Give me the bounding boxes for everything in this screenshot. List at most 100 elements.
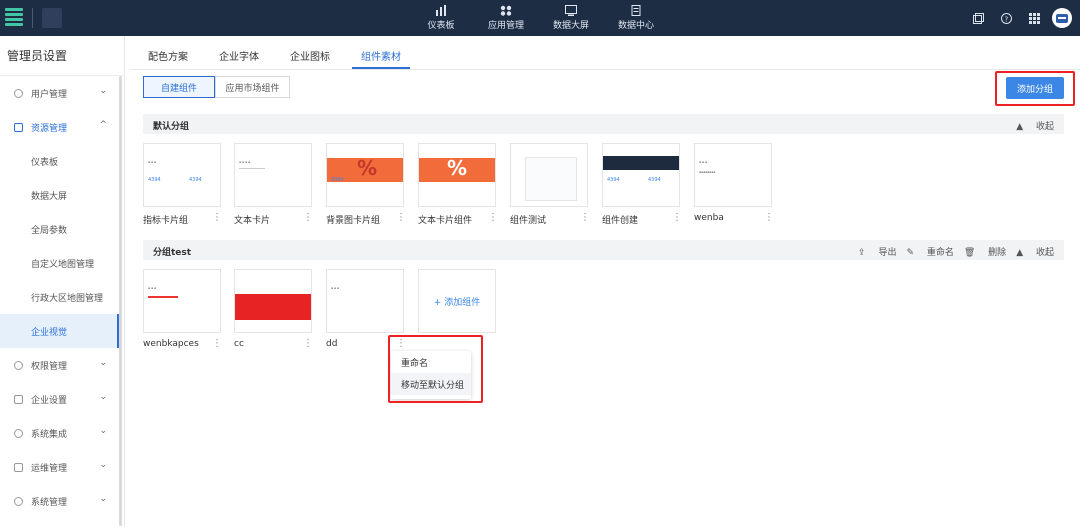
nav-apps[interactable]: 应用管理: [477, 0, 535, 36]
segment-market[interactable]: 应用市场组件: [215, 76, 290, 98]
shield-icon: [14, 360, 23, 370]
component-card[interactable]: ▪ ▪ ▪ ▪: [234, 143, 312, 207]
component-card[interactable]: ▪ ▪ ▪: [326, 269, 404, 333]
highlight-box: [995, 71, 1075, 106]
group-actions: ⇪ 导出 ✎ 重命名 🗑 删除 ▲ 收起: [848, 245, 1054, 258]
collapse-button[interactable]: ▲ 收起: [1016, 119, 1054, 132]
nav-dashboard[interactable]: 仪表板: [412, 0, 470, 36]
resource-icon: [14, 122, 23, 132]
component-card[interactable]: %: [418, 143, 496, 207]
sidebar-item-enterprise-visual[interactable]: 企业视觉: [0, 314, 119, 348]
sidebar-item-permissions[interactable]: 权限管理 ⌄: [0, 348, 119, 382]
more-icon[interactable]: ⋮: [488, 212, 498, 223]
top-navbar: 仪表板 应用管理 数据大屏 数据中心 ?: [0, 0, 1080, 36]
card-label: 文本卡片: [234, 216, 271, 226]
mini-text: ▪ ▪ ▪: [331, 286, 340, 290]
sidebar-title: 管理员设置: [7, 49, 68, 63]
card-label: wenba: [694, 213, 724, 223]
sidebar-item-ops[interactable]: 运维管理 ⌄: [0, 450, 119, 484]
chevron-down-icon: ⌄: [99, 426, 107, 436]
tab-component-assets[interactable]: 组件素材: [361, 48, 401, 63]
component-card[interactable]: ▪ ▪ ▪ ▪▪▪▪▪▪▪▪: [694, 143, 772, 207]
more-icon[interactable]: ⋮: [212, 338, 222, 349]
card-label: 背景图卡片组: [326, 216, 381, 226]
card-label: cc: [234, 339, 244, 349]
nav-screen[interactable]: 数据大屏: [542, 0, 600, 36]
card-label: 指标卡片组: [143, 216, 189, 226]
sidebar-item-region-map[interactable]: 行政大区地图管理: [0, 280, 119, 314]
delete-button[interactable]: 🗑 删除: [964, 245, 1006, 258]
monitor-icon: [14, 462, 23, 472]
svg-text:?: ?: [1004, 15, 1008, 23]
divider: [32, 8, 33, 28]
sidebar-item-users[interactable]: 用户管理 ⌄: [0, 76, 119, 110]
red-block: [235, 294, 311, 320]
sidebar-menu: 用户管理 ⌄ 资源管理 ^ 仪表板 数据大屏 全局参数 自定义地图管理 行政大区地图…: [0, 76, 119, 518]
more-icon[interactable]: ⋮: [580, 212, 590, 223]
chevron-down-icon: ⌄: [99, 392, 107, 402]
component-card[interactable]: 4394 4394: [602, 143, 680, 207]
sidebar-item-system[interactable]: 系统管理 ⌄: [0, 484, 119, 518]
card-label: 组件创建: [602, 216, 639, 226]
group-title: 默认分组: [153, 122, 190, 132]
more-icon[interactable]: ⋮: [396, 212, 406, 223]
mini-text: ▪▪▪▪▪▪▪▪: [699, 170, 716, 174]
card-label: wenbkapces: [143, 339, 199, 349]
add-component-card[interactable]: + 添加组件: [418, 269, 496, 333]
mini-text: ▪ ▪ ▪ ▪: [239, 160, 250, 164]
default-group-header: 默认分组 ▲ 收起: [143, 114, 1064, 134]
tab-bar: 配色方案 企业字体 企业图标 组件素材: [130, 36, 1080, 70]
tab-color-scheme[interactable]: 配色方案: [148, 48, 188, 63]
bar-chart-icon: [436, 5, 446, 16]
database-icon: [631, 5, 641, 16]
mini-line: [239, 168, 265, 169]
mini-text: ▪ ▪ ▪: [699, 160, 708, 164]
component-card[interactable]: ▪ ▪ ▪ 4394 4394: [143, 143, 221, 207]
percent-icon: %: [357, 156, 378, 180]
sidebar-scrollbar[interactable]: [119, 76, 122, 526]
rename-button[interactable]: ✎ 重命名: [906, 245, 953, 258]
sidebar-item-custom-map[interactable]: 自定义地图管理: [0, 246, 119, 280]
component-card[interactable]: [510, 143, 588, 207]
sidebar-item-global-params[interactable]: 全局参数: [0, 212, 119, 246]
more-icon[interactable]: ⋮: [212, 212, 222, 223]
component-card[interactable]: % 4394: [326, 143, 404, 207]
building-icon: [14, 394, 23, 404]
test-group-header: 分组test ⇪ 导出 ✎ 重命名 🗑 删除 ▲ 收起: [143, 240, 1064, 260]
highlight-box: [388, 335, 483, 403]
more-icon[interactable]: ⋮: [764, 212, 774, 223]
sidebar-item-dashboard[interactable]: 仪表板: [0, 144, 119, 178]
nav-data-center[interactable]: 数据中心: [607, 0, 665, 36]
more-icon[interactable]: ⋮: [303, 338, 313, 349]
avatar[interactable]: [1052, 8, 1072, 28]
settings-icon: [14, 496, 23, 506]
export-button[interactable]: ⇪ 导出: [858, 245, 896, 258]
mini-red-line: [148, 296, 178, 298]
card-label: 文本卡片组件: [418, 216, 473, 226]
chevron-down-icon: ⌄: [99, 460, 107, 470]
window-icon[interactable]: [968, 8, 988, 28]
grid-icon[interactable]: [1024, 8, 1044, 28]
sidebar-item-enterprise-settings[interactable]: 企业设置 ⌄: [0, 382, 119, 416]
segment-self-built[interactable]: 自建组件: [143, 76, 215, 98]
more-icon[interactable]: ⋮: [672, 212, 682, 223]
component-card[interactable]: ▪ ▪ ▪: [143, 269, 221, 333]
apps-icon: [500, 5, 512, 16]
mini-text: ▪ ▪ ▪: [148, 160, 157, 164]
help-icon[interactable]: ?: [996, 8, 1016, 28]
collapse-button[interactable]: ▲ 收起: [1016, 245, 1054, 258]
mini-banner: [603, 156, 679, 170]
sidebar-item-integration[interactable]: 系统集成 ⌄: [0, 416, 119, 450]
percent-icon: %: [447, 156, 468, 180]
sidebar-item-data-screen[interactable]: 数据大屏: [0, 178, 119, 212]
component-card[interactable]: [234, 269, 312, 333]
brand-logo: [42, 8, 62, 28]
mini-number: 4394: [648, 177, 661, 183]
mini-number: 4394: [148, 177, 161, 183]
mini-number: 4394: [189, 177, 202, 183]
menu-logo-icon[interactable]: [5, 6, 23, 28]
more-icon[interactable]: ⋮: [303, 212, 313, 223]
sidebar-item-resources[interactable]: 资源管理 ^: [0, 110, 119, 144]
tab-enterprise-icon[interactable]: 企业图标: [290, 48, 330, 63]
tab-enterprise-font[interactable]: 企业字体: [219, 48, 259, 63]
